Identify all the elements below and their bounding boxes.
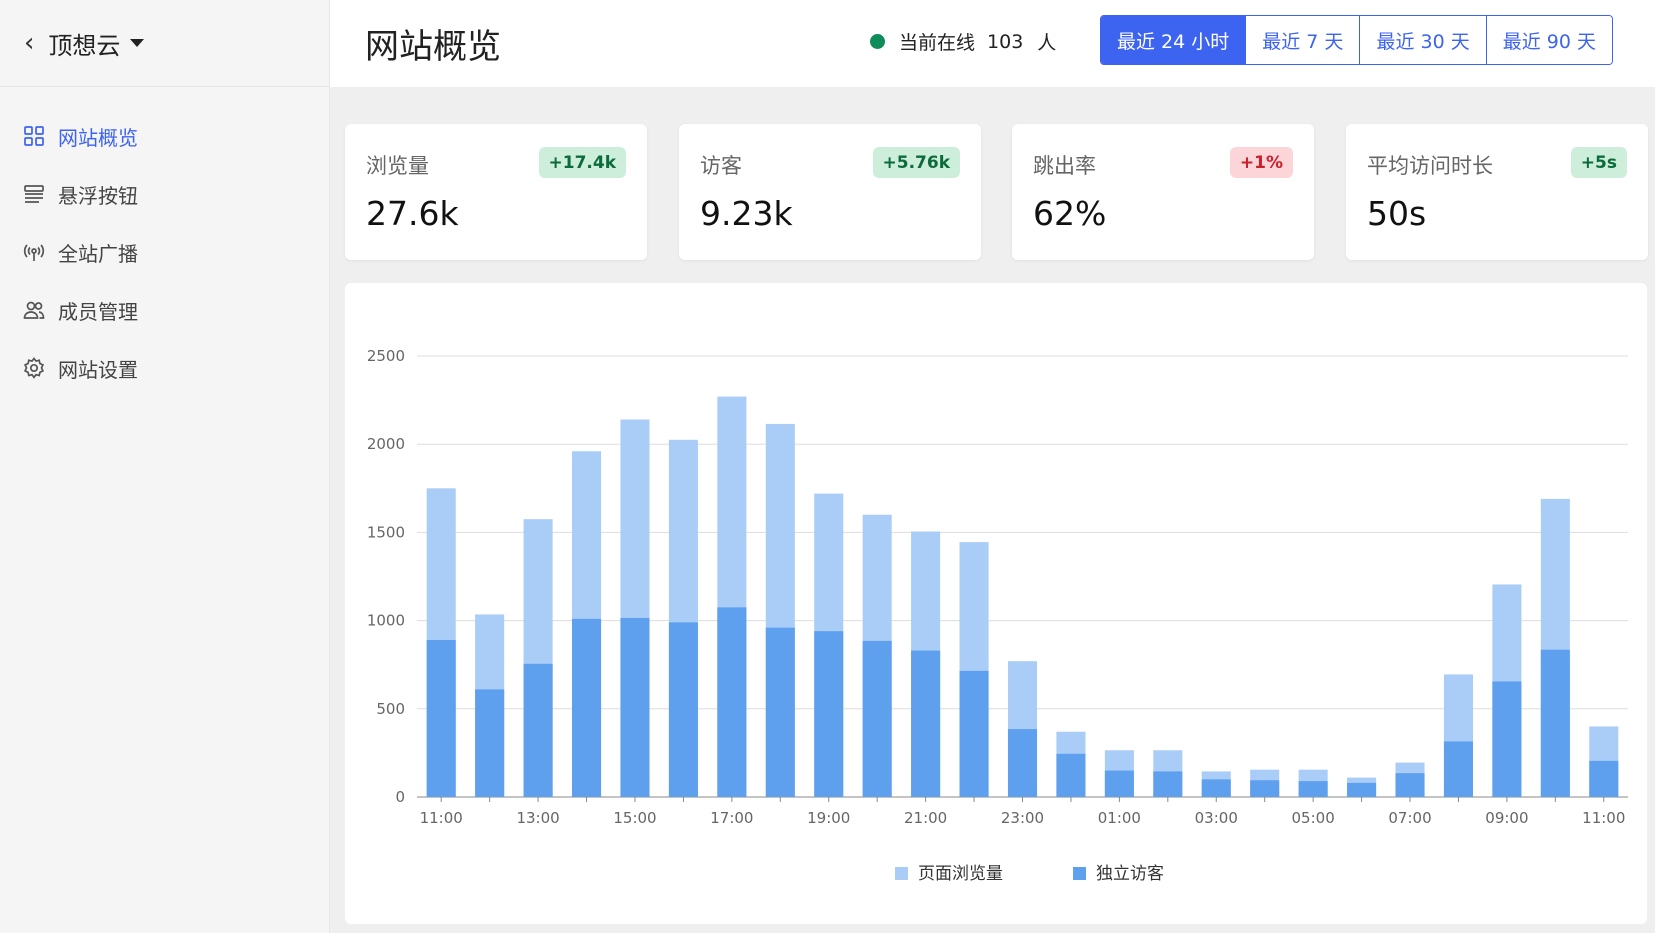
online-dot-icon [870,34,885,49]
sidebar-nav: 网站概览 悬浮按钮 全站广播 成员管理 网站设置 [0,87,329,397]
bar-visitors [765,627,795,797]
bar-visitors [1007,729,1038,797]
bar-visitors [1298,781,1328,797]
x-tick-label: 21:00 [904,809,947,827]
bar-visitors [572,618,602,797]
page-title: 网站概览 [365,27,501,67]
sidebar-item-label: 悬浮按钮 [58,183,138,208]
sidebar-item-label: 网站概览 [58,125,138,150]
caret-down-icon[interactable] [130,39,145,47]
gear-icon [23,357,45,379]
x-tick-label: 01:00 [1098,809,1141,827]
stat-card-pageviews: 浏览量 +17.4k 27.6k [345,124,647,260]
bar-visitors [1395,773,1425,797]
app-name: 顶想云 [48,31,121,60]
online-count: 103 [987,30,1024,53]
stat-value: 62% [1033,194,1107,233]
stat-delta-badge: +5.76k [872,147,960,178]
grid-icon [24,126,44,146]
range-24h-button[interactable]: 最近 24 小时 [1101,16,1246,64]
legend-swatch [895,867,908,880]
bar-visitors [426,640,456,797]
stat-label: 平均访问时长 [1367,154,1493,178]
bar-visitors [523,663,553,797]
stat-label: 跳出率 [1033,154,1096,178]
sidebar: ‹ 顶想云 网站概览 悬浮按钮 全站广播 成员管理 网站设置 [0,0,330,933]
stat-delta-badge: +1% [1229,147,1293,178]
bar-visitors [1056,753,1086,797]
legend-swatch [1073,867,1086,880]
back-chevron-icon[interactable]: ‹ [24,28,34,58]
online-unit: 人 [1037,32,1057,54]
bar-visitors [1153,771,1183,797]
x-tick-label: 19:00 [807,809,850,827]
stat-delta-badge: +5s [1570,147,1627,178]
sidebar-item-label: 成员管理 [58,299,138,324]
sidebar-item-broadcast[interactable]: 全站广播 [0,223,329,281]
bar-visitors [862,640,892,797]
sidebar-item-settings[interactable]: 网站设置 [0,339,329,397]
time-range-selector: 最近 24 小时 最近 7 天 最近 30 天 最近 90 天 [1100,15,1613,65]
y-tick-label: 0 [395,788,405,806]
x-tick-label: 13:00 [516,809,559,827]
stat-label: 访客 [700,154,742,178]
broadcast-icon [23,244,45,261]
sidebar-item-label: 全站广播 [58,241,138,266]
chart-card: 0 500 1000 1500 2000 2500 11:00 13:00 15:00 17:00… [345,283,1647,924]
sidebar-item-label: 网站设置 [58,357,138,382]
stat-card-bounce-rate: 跳出率 +1% 62% [1012,124,1314,260]
app-switcher[interactable]: ‹ 顶想云 [0,0,329,87]
sidebar-item-members[interactable]: 成员管理 [0,281,329,339]
x-tick-label: 11:00 [420,809,463,827]
stat-value: 27.6k [366,194,459,233]
bar-visitors [1540,649,1570,797]
bar-visitors [1104,770,1134,797]
bar-visitors [1347,782,1377,797]
x-tick-label: 15:00 [613,809,656,827]
range-90d-button[interactable]: 最近 90 天 [1485,16,1612,64]
y-tick-label: 1500 [367,523,405,541]
range-30d-button[interactable]: 最近 30 天 [1359,16,1486,64]
bar-visitors [1589,760,1619,797]
bar-visitors [1443,741,1473,797]
layers-icon [24,185,44,203]
x-tick-label: 17:00 [710,809,753,827]
stat-label: 浏览量 [366,154,429,178]
x-tick-label: 07:00 [1388,809,1431,827]
bar-visitors [814,631,844,797]
bar-visitors [1492,681,1522,797]
stat-value: 50s [1367,194,1427,233]
x-tick-label: 11:00 [1582,809,1625,827]
x-tick-label: 03:00 [1195,809,1238,827]
y-tick-label: 500 [376,700,405,718]
bar-visitors [911,650,941,797]
stat-card-avg-duration: 平均访问时长 +5s 50s [1346,124,1648,260]
bar-visitors [1250,780,1280,797]
range-7d-button[interactable]: 最近 7 天 [1245,16,1360,64]
traffic-bar-chart: 0 500 1000 1500 2000 2500 11:00 13:00 15:00 17:00… [367,347,1628,884]
bar-visitors [717,607,747,797]
x-tick-label: 05:00 [1292,809,1335,827]
users-icon [23,301,45,319]
online-label: 当前在线 [899,32,976,54]
stat-value: 9.23k [700,194,793,233]
stat-delta-badge: +17.4k [538,147,626,178]
legend-label: 页面浏览量 [918,864,1003,884]
top-bar: 网站概览 当前在线 103 人 最近 24 小时 最近 7 天 最近 30 天 … [330,0,1655,87]
bar-visitors [959,670,989,797]
online-indicator: 当前在线 103 人 [870,28,1056,55]
bar-visitors [1201,779,1231,797]
y-tick-label: 1000 [367,612,405,630]
bar-visitors [620,617,650,797]
stat-card-visitors: 访客 +5.76k 9.23k [679,124,981,260]
x-tick-label: 09:00 [1485,809,1528,827]
y-tick-label: 2500 [367,347,405,365]
bar-visitors [475,689,505,797]
bar-visitors [668,622,698,797]
sidebar-item-overview[interactable]: 网站概览 [0,107,329,165]
y-tick-label: 2000 [367,435,405,453]
legend-label: 独立访客 [1096,864,1164,884]
sidebar-item-floating-button[interactable]: 悬浮按钮 [0,165,329,223]
x-tick-label: 23:00 [1001,809,1044,827]
